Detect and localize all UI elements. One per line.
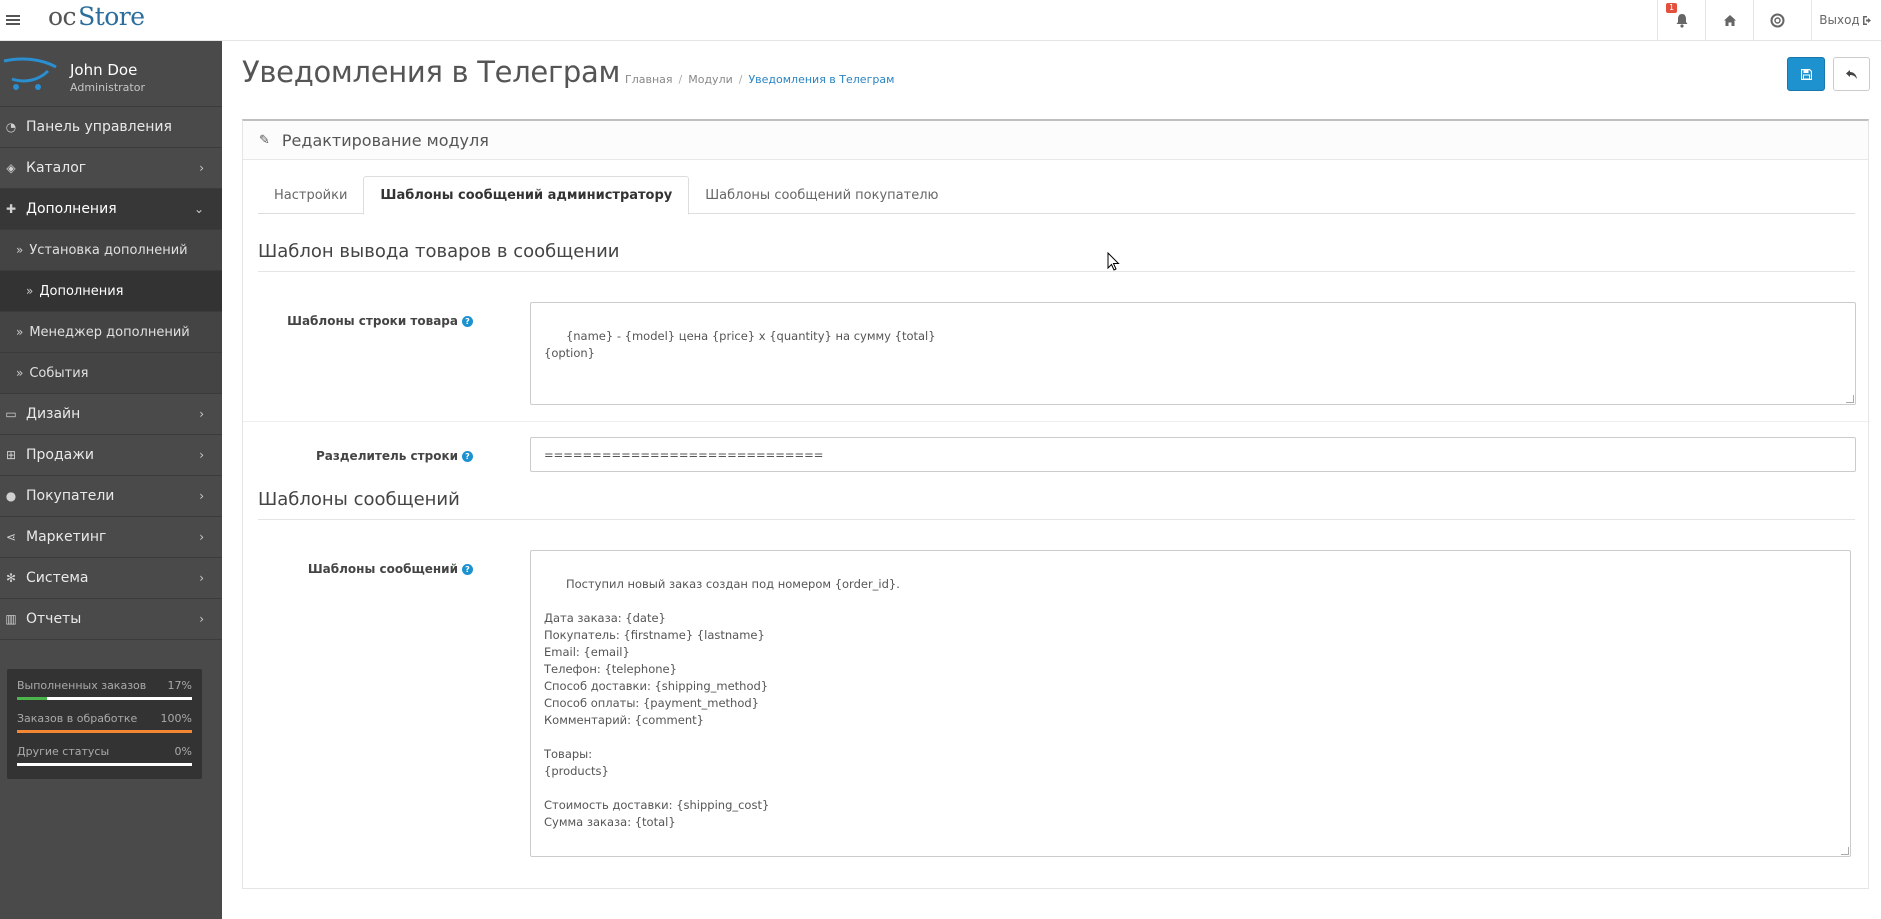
section-title-product-template: Шаблон вывода товаров в сообщении: [258, 241, 1855, 272]
sidebar: John Doe Administrator ◔ Панель управлен…: [0, 41, 222, 919]
nav-dashboard[interactable]: ◔ Панель управления: [0, 107, 222, 148]
chevron-right-icon: ›: [199, 161, 204, 175]
progress-bar: [17, 697, 192, 700]
separator-input[interactable]: =============================: [530, 437, 1856, 472]
bar-chart-icon: ▥: [5, 612, 17, 626]
progress-bar: [17, 730, 192, 733]
user-role: Administrator: [70, 81, 145, 94]
nav-system[interactable]: ✻ Система ›: [0, 558, 222, 599]
help-button[interactable]: [1753, 0, 1801, 40]
divider: [243, 421, 1870, 422]
panel-heading: ✎ Редактирование модуля: [243, 121, 1868, 160]
home-button[interactable]: [1705, 0, 1753, 40]
nav-marketing[interactable]: ⋖ Маркетинг ›: [0, 517, 222, 558]
floppy-disk-icon: [1800, 68, 1812, 80]
menu-toggle-button[interactable]: [0, 0, 25, 40]
page-title: Уведомления в Телеграм: [242, 55, 621, 89]
module-edit-panel: ✎ Редактирование модуля Настройки Шаблон…: [242, 119, 1870, 889]
home-icon: [1723, 14, 1736, 26]
puzzle-icon: ✚: [5, 202, 17, 216]
chevron-down-icon: ⌄: [193, 202, 204, 216]
subnav-events[interactable]: » События: [0, 353, 222, 394]
double-angle-right-icon: »: [26, 284, 34, 298]
nav-design[interactable]: ▭ Дизайн ›: [0, 394, 222, 435]
mouse-cursor-icon: [1107, 252, 1120, 271]
messages-label: Шаблоны сообщений?: [308, 562, 473, 576]
question-circle-icon[interactable]: ?: [462, 564, 473, 575]
breadcrumb-home[interactable]: Главная: [625, 73, 673, 86]
double-angle-right-icon: »: [16, 243, 24, 257]
cog-icon: ✻: [5, 571, 17, 585]
nav-extensions[interactable]: ✚ Дополнения ⌄: [0, 189, 222, 230]
notification-badge: 1: [1666, 3, 1678, 13]
stat-completed: Выполненных заказов 17%: [17, 679, 192, 712]
pencil-icon: ✎: [259, 132, 270, 148]
tabs: Настройки Шаблоны сообщений администрато…: [258, 176, 1855, 215]
chevron-right-icon: ›: [199, 612, 204, 626]
question-circle-icon[interactable]: ?: [462, 316, 473, 327]
subnav-extension-manager[interactable]: » Менеджер дополнений: [0, 312, 222, 353]
breadcrumb: Главная / Модули / Уведомления в Телегра…: [625, 73, 895, 86]
chevron-right-icon: ›: [199, 571, 204, 585]
top-header: ocStore 1 Выход: [0, 0, 1881, 41]
tab-admin-templates[interactable]: Шаблоны сообщений администратору: [363, 176, 690, 215]
section-title-messages: Шаблоны сообщений: [258, 489, 1855, 520]
chevron-right-icon: ›: [199, 489, 204, 503]
nav-sales[interactable]: ⊞ Продажи ›: [0, 435, 222, 476]
resize-handle[interactable]: [1841, 847, 1849, 855]
product-line-label: Шаблоны строки товара?: [287, 314, 473, 328]
user-icon: ●: [5, 489, 17, 503]
user-name: John Doe: [70, 61, 138, 79]
lifebuoy-icon: [1770, 13, 1785, 27]
opencart-logo-icon: [3, 57, 57, 90]
question-circle-icon[interactable]: ?: [462, 451, 473, 462]
product-line-textarea[interactable]: {name} - {model} цена {price} x {quantit…: [530, 302, 1856, 405]
tags-icon: ◈: [6, 161, 16, 175]
progress-bar: [17, 763, 192, 766]
chevron-right-icon: ›: [199, 448, 204, 462]
breadcrumb-current[interactable]: Уведомления в Телеграм: [748, 73, 894, 86]
main-content: Уведомления в Телеграм Главная / Модули …: [222, 41, 1881, 919]
nav-customers[interactable]: ● Покупатели ›: [0, 476, 222, 517]
monitor-icon: ▭: [5, 407, 17, 421]
hamburger-icon: [5, 19, 20, 21]
double-angle-right-icon: »: [16, 366, 24, 380]
messages-textarea[interactable]: Поступил новый заказ создан под номером …: [530, 550, 1851, 857]
bell-icon: [1676, 13, 1687, 28]
back-button[interactable]: [1833, 57, 1870, 91]
subnav-extensions[interactable]: » Дополнения: [0, 271, 222, 312]
order-stats: Выполненных заказов 17% Заказов в обрабо…: [7, 669, 202, 779]
dashboard-icon: ◔: [5, 120, 17, 134]
cart-icon: ⊞: [5, 448, 17, 462]
resize-handle[interactable]: [1846, 395, 1854, 403]
tab-settings[interactable]: Настройки: [258, 176, 363, 214]
logout-button[interactable]: Выход: [1811, 0, 1881, 40]
stat-processing: Заказов в обработке 100%: [17, 712, 192, 745]
nav-catalog[interactable]: ◈ Каталог ›: [0, 148, 222, 189]
chevron-right-icon: ›: [199, 407, 204, 421]
user-profile[interactable]: John Doe Administrator: [0, 41, 222, 107]
nav-reports[interactable]: ▥ Отчеты ›: [0, 599, 222, 640]
chevron-right-icon: ›: [199, 530, 204, 544]
stat-other: Другие статусы 0%: [17, 745, 192, 778]
notifications-button[interactable]: 1: [1657, 0, 1705, 40]
double-angle-right-icon: »: [16, 325, 24, 339]
breadcrumb-modules[interactable]: Модули: [688, 73, 733, 86]
reply-icon: [1846, 69, 1857, 79]
share-icon: ⋖: [5, 530, 17, 544]
save-button[interactable]: [1787, 57, 1825, 91]
sign-out-icon: [1862, 15, 1871, 25]
separator-label: Разделитель строки?: [316, 449, 473, 463]
tab-customer-templates[interactable]: Шаблоны сообщений покупателю: [689, 176, 954, 214]
logo[interactable]: ocStore: [48, 2, 145, 31]
subnav-install-extensions[interactable]: » Установка дополнений: [0, 230, 222, 271]
